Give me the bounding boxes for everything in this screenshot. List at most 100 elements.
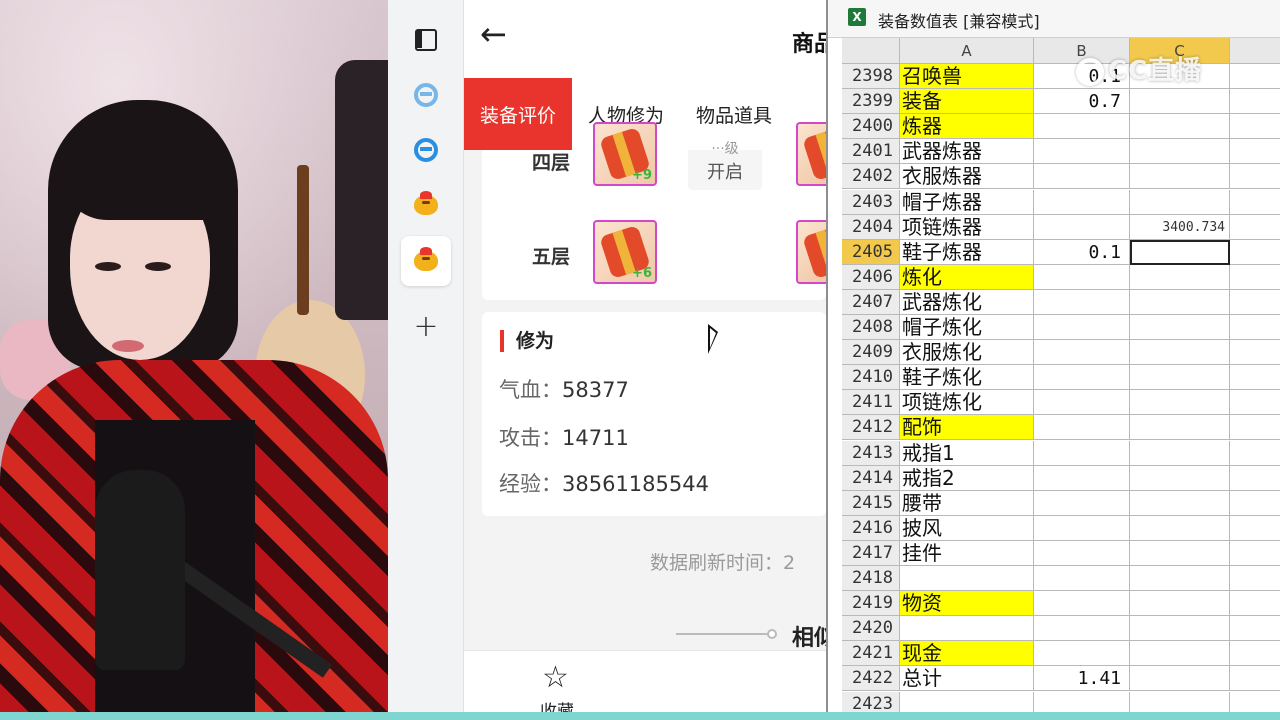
cell-d[interactable] — [1230, 315, 1280, 340]
cell-b[interactable] — [1034, 340, 1130, 366]
cell-d[interactable] — [1230, 240, 1280, 265]
cell-c[interactable] — [1130, 566, 1230, 591]
row-number[interactable]: 2404 — [842, 214, 900, 240]
cell-a[interactable]: 衣服炼器 — [900, 164, 1034, 190]
cell-d[interactable] — [1230, 340, 1280, 366]
row-number[interactable]: 2407 — [842, 289, 900, 315]
cell-b[interactable] — [1034, 189, 1130, 215]
cell-c[interactable] — [1130, 691, 1230, 712]
row-number[interactable]: 2408 — [842, 315, 900, 340]
cell-d[interactable] — [1230, 190, 1280, 215]
cell-b[interactable] — [1034, 289, 1130, 315]
cell-c[interactable] — [1130, 264, 1230, 290]
cell-a[interactable]: 现金 — [900, 641, 1034, 667]
cell-d[interactable] — [1230, 641, 1280, 667]
cell-a[interactable]: 炼器 — [900, 114, 1034, 140]
bird-app-icon[interactable] — [401, 180, 451, 230]
row-number[interactable]: 2409 — [842, 340, 900, 366]
cell-d[interactable] — [1230, 692, 1280, 713]
cell-b[interactable]: 1.41 — [1034, 666, 1130, 692]
row-number[interactable]: 2410 — [842, 365, 900, 391]
cell-d[interactable] — [1230, 139, 1280, 165]
cell-a[interactable]: 项链炼化 — [900, 390, 1034, 416]
cell-c[interactable] — [1130, 641, 1230, 667]
cell-d[interactable] — [1230, 591, 1280, 617]
cell-a[interactable] — [900, 616, 1034, 642]
row-number[interactable]: 2413 — [842, 440, 900, 466]
floor-5-item-2[interactable] — [796, 220, 826, 284]
cell-c[interactable] — [1130, 340, 1230, 366]
row-number[interactable]: 2403 — [842, 189, 900, 215]
row-number[interactable]: 2420 — [842, 616, 900, 642]
cell-c[interactable] — [1130, 239, 1230, 265]
row-number[interactable]: 2402 — [842, 164, 900, 190]
cell-a[interactable]: 召唤兽 — [900, 64, 1034, 89]
cell-a[interactable]: 项链炼器 — [900, 214, 1034, 240]
cell-d[interactable] — [1230, 516, 1280, 541]
row-number[interactable]: 2415 — [842, 490, 900, 516]
row-number[interactable]: 2401 — [842, 139, 900, 165]
cell-c[interactable] — [1130, 114, 1230, 140]
cell-d[interactable] — [1230, 265, 1280, 290]
row-number[interactable]: 2422 — [842, 666, 900, 692]
cell-b[interactable] — [1034, 264, 1130, 290]
cell-a[interactable]: 武器炼化 — [900, 289, 1034, 315]
cell-b[interactable] — [1034, 214, 1130, 240]
cell-b[interactable] — [1034, 164, 1130, 190]
row-number[interactable]: 2416 — [842, 515, 900, 541]
cell-a[interactable]: 腰带 — [900, 490, 1034, 516]
cell-c[interactable] — [1130, 164, 1230, 190]
cell-b[interactable] — [1034, 415, 1130, 441]
star-icon[interactable]: ☆ — [542, 663, 569, 693]
cell-b[interactable] — [1034, 566, 1130, 591]
row-number[interactable]: 2398 — [842, 64, 900, 89]
cell-a[interactable]: 披风 — [900, 515, 1034, 541]
cell-a[interactable]: 衣服炼化 — [900, 340, 1034, 366]
cell-a[interactable] — [900, 566, 1034, 591]
edge-icon[interactable] — [401, 125, 451, 175]
row-number[interactable]: 2412 — [842, 415, 900, 441]
cell-a[interactable]: 帽子炼化 — [900, 315, 1034, 340]
cell-c[interactable] — [1130, 465, 1230, 491]
cell-c[interactable] — [1130, 390, 1230, 416]
cell-d[interactable] — [1230, 415, 1280, 441]
cell-a[interactable]: 总计 — [900, 666, 1034, 692]
cell-d[interactable] — [1230, 466, 1280, 491]
cell-d[interactable] — [1230, 541, 1280, 566]
tab-equipment-rating[interactable]: 装备评价 — [464, 78, 573, 150]
cell-c[interactable] — [1130, 540, 1230, 566]
cell-d[interactable] — [1230, 390, 1280, 416]
row-number[interactable]: 2417 — [842, 540, 900, 566]
cell-d[interactable] — [1230, 365, 1280, 391]
cell-b[interactable] — [1034, 114, 1130, 140]
cell-c[interactable] — [1130, 365, 1230, 391]
cell-a[interactable]: 炼化 — [900, 264, 1034, 290]
cell-c[interactable] — [1130, 515, 1230, 541]
row-number[interactable]: 2400 — [842, 114, 900, 140]
cell-b[interactable] — [1034, 440, 1130, 466]
panel-icon[interactable] — [401, 15, 451, 65]
cell-c[interactable]: 3400.734 — [1130, 214, 1230, 240]
cell-c[interactable] — [1130, 666, 1230, 692]
row-number[interactable]: 2421 — [842, 641, 900, 667]
cell-b[interactable] — [1034, 691, 1130, 712]
cell-c[interactable] — [1130, 139, 1230, 165]
cell-b[interactable] — [1034, 490, 1130, 516]
cell-b[interactable] — [1034, 591, 1130, 617]
cell-b[interactable]: 0.7 — [1034, 89, 1130, 115]
cell-a[interactable]: 物资 — [900, 591, 1034, 617]
cell-d[interactable] — [1230, 164, 1280, 190]
row-number[interactable]: 2419 — [842, 591, 900, 617]
cell-d[interactable] — [1230, 441, 1280, 466]
cell-c[interactable] — [1130, 289, 1230, 315]
arrow-left-icon[interactable]: ← — [480, 18, 507, 50]
column-header-d[interactable] — [1230, 38, 1280, 64]
cell-b[interactable] — [1034, 515, 1130, 541]
cell-b[interactable] — [1034, 365, 1130, 391]
cell-b[interactable] — [1034, 641, 1130, 667]
cell-d[interactable] — [1230, 89, 1280, 115]
plus-icon[interactable]: + — [401, 302, 451, 352]
cell-c[interactable] — [1130, 89, 1230, 115]
cell-d[interactable] — [1230, 666, 1280, 692]
cell-a[interactable]: 戒指2 — [900, 465, 1034, 491]
